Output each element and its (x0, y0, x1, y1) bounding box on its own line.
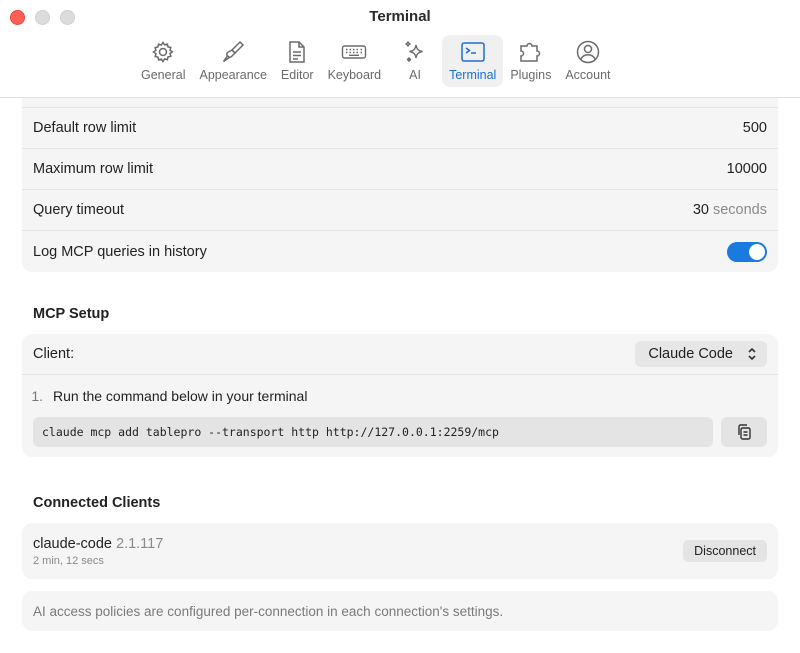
keyboard-icon (342, 45, 367, 59)
client-duration: 2 min, 12 secs (33, 554, 104, 567)
client-select-value: Claude Code (648, 346, 733, 362)
tab-label: Account (565, 68, 611, 82)
tab-keyboard[interactable]: Keyboard (321, 35, 389, 87)
tab-terminal[interactable]: Terminal (442, 35, 504, 87)
terminal-icon (460, 42, 485, 62)
settings-toolbar: General Appearance Editor Keyboard AI Te… (134, 35, 618, 87)
client-info: claude-code 2.1.117 2 min, 12 secs (33, 536, 163, 567)
tab-account[interactable]: Account (558, 35, 617, 87)
chevron-up-down-icon (748, 347, 756, 361)
mcp-setup-title: MCP Setup (33, 306, 110, 322)
step-text: Run the command below in your terminal (53, 388, 308, 404)
setting-row-log-mcp-queries[interactable]: Log MCP queries in history (22, 231, 778, 272)
window-title: Terminal (369, 8, 431, 25)
client-version: 2.1.117 (116, 535, 164, 552)
tab-label: Appearance (199, 68, 267, 82)
tab-label: AI (409, 68, 421, 82)
footer-note-group: AI access policies are configured per-co… (22, 591, 778, 631)
setting-row-default-row-limit[interactable]: Default row limit 500 (22, 108, 778, 149)
tab-editor[interactable]: Editor (274, 35, 321, 87)
command-text[interactable]: claude mcp add tablepro --transport http… (33, 417, 713, 447)
setting-unit: seconds (712, 202, 767, 218)
setting-value[interactable]: 500 (743, 120, 767, 136)
tab-plugins[interactable]: Plugins (503, 35, 558, 87)
setting-label: Maximum row limit (33, 161, 154, 177)
setting-label: Default row limit (33, 120, 137, 136)
sparkles-icon (405, 41, 423, 62)
footer-note: AI access policies are configured per-co… (33, 603, 504, 619)
puzzle-icon (520, 42, 541, 62)
client-name-line: claude-code 2.1.117 (33, 536, 163, 552)
mcp-setup-group: Client: Claude Code 1. Run the command b… (22, 334, 778, 457)
setting-row-maximum-row-limit[interactable]: Maximum row limit 10000 (22, 149, 778, 190)
setting-label: Log MCP queries in history (33, 243, 207, 260)
log-mcp-toggle[interactable] (727, 241, 767, 262)
window-header: Terminal General Appearance Editor Keybo… (0, 0, 800, 98)
tab-label: Terminal (449, 68, 497, 82)
gear-icon (152, 41, 174, 63)
tab-label: Keyboard (327, 68, 382, 82)
copy-button[interactable] (721, 417, 767, 447)
command-row: claude mcp add tablepro --transport http… (22, 417, 778, 457)
step-number: 1. (31, 388, 43, 404)
paintbrush-icon (223, 40, 245, 63)
connected-clients-group: claude-code 2.1.117 2 min, 12 secs Discon… (22, 523, 778, 579)
setting-value: 30 (692, 202, 709, 218)
step-row: 1. Run the command below in your termina… (22, 375, 778, 417)
tab-label: General (141, 68, 186, 82)
person-circle-icon (576, 40, 600, 64)
tab-label: Editor (280, 68, 314, 82)
setting-label: Query timeout (33, 202, 125, 218)
disconnect-button[interactable]: Disconnect (683, 540, 767, 562)
setting-value-wrap[interactable]: 30 seconds (693, 202, 767, 218)
setting-value[interactable]: 10000 (727, 161, 767, 177)
tab-appearance[interactable]: Appearance (192, 35, 273, 87)
setting-row-query-timeout[interactable]: Query timeout 30 seconds (22, 190, 778, 231)
tab-ai[interactable]: AI (388, 35, 442, 87)
toggle-knob (749, 243, 765, 260)
client-select[interactable]: Claude Code (635, 341, 767, 367)
client-label: Client: (33, 346, 75, 362)
client-name: claude-code (33, 535, 112, 552)
step-item: 1. Run the command below in your termina… (22, 388, 307, 404)
document-icon (289, 41, 305, 63)
connected-clients-title: Connected Clients (33, 495, 161, 511)
copy-icon (738, 424, 751, 440)
tab-general[interactable]: General (134, 35, 192, 87)
tab-label: Plugins (510, 68, 552, 82)
client-item: claude-code 2.1.117 2 min, 12 secs Discon… (22, 523, 778, 579)
client-row: Client: Claude Code (22, 334, 778, 375)
